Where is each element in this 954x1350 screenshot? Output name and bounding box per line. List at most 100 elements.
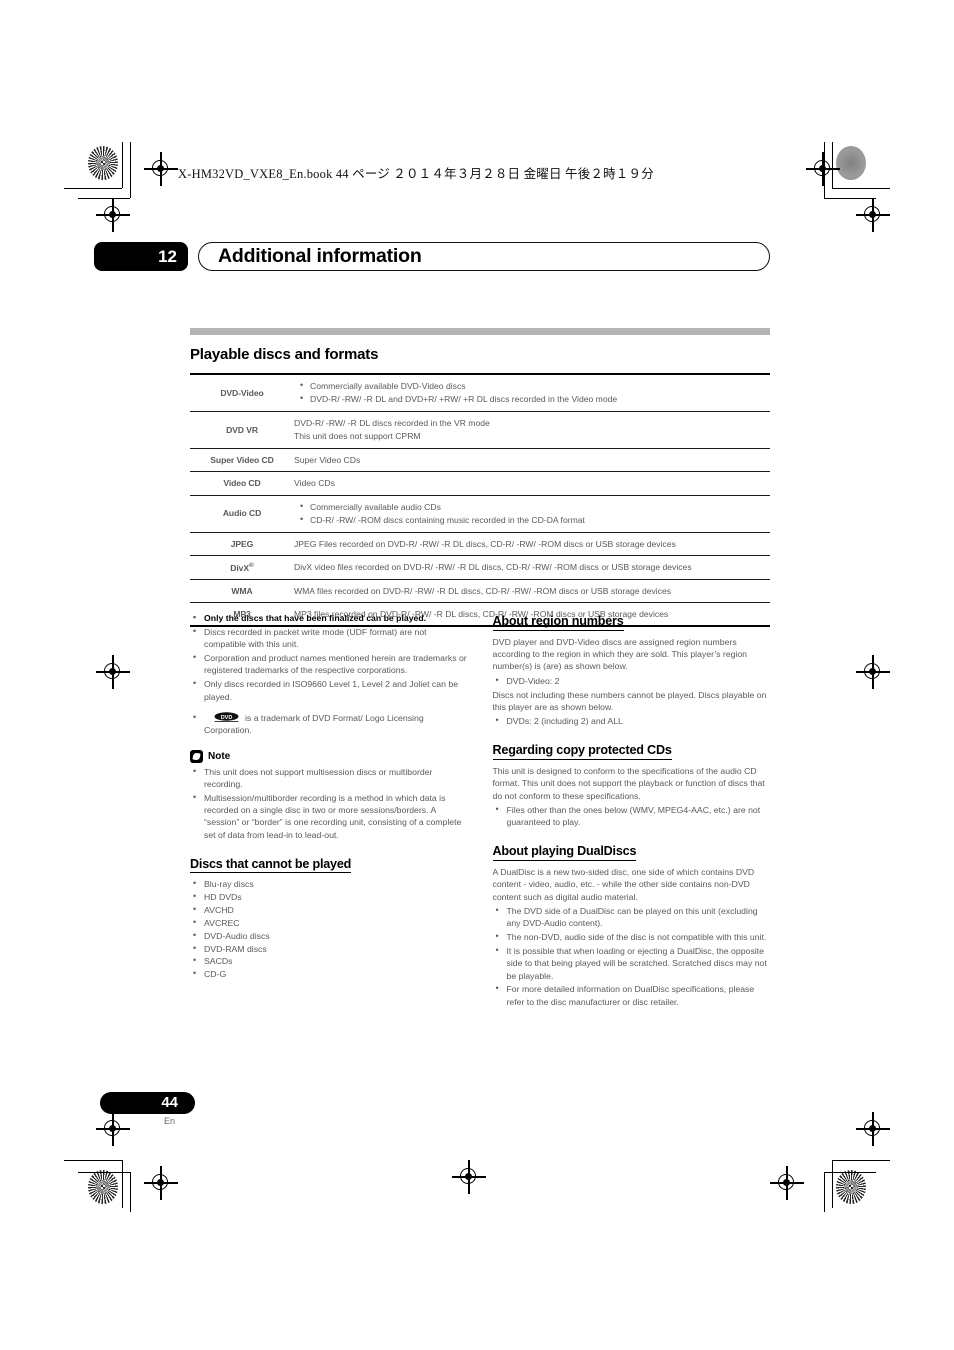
description-line: Super Video CDs — [294, 454, 361, 465]
description-line: WMA files recorded on DVD-R/ -RW/ -R DL … — [294, 585, 672, 596]
crop-line — [64, 188, 122, 189]
crop-line — [824, 198, 876, 199]
list-item: Blu-ray discs — [190, 877, 468, 890]
table-cell-description: JPEG Files recorded on DVD-R/ -RW/ -R DL… — [294, 531, 770, 556]
list-item: Only the discs that have been finalized … — [190, 611, 468, 624]
table-cell-description: Commercially available DVD-Video discsDV… — [294, 372, 770, 412]
crop-line — [832, 142, 833, 188]
halftone-circle-bottom-right — [836, 1170, 866, 1204]
list-item: CD-G — [190, 967, 468, 980]
dvd-trademark-bullet: DVD is a trademark of DVD Format/ Logo L… — [190, 711, 468, 737]
list-item: DVDs: 2 (including 2) and ALL — [493, 714, 771, 727]
crop-line — [824, 1172, 825, 1212]
heading-about-region-numbers: About region numbers — [492, 614, 624, 631]
heading-regarding-copy-protected-cds: Regarding copy protected CDs — [492, 743, 672, 760]
description-line: Video CDs — [294, 478, 335, 489]
registration-mark-bottom-right-a — [856, 1112, 890, 1146]
list-item: HD DVDs — [190, 890, 468, 903]
registration-mark-bottom-right-b — [770, 1166, 804, 1200]
crop-line — [824, 1172, 876, 1173]
table-cell-format: Audio CD — [190, 494, 294, 533]
table-row: Audio CDCommercially available audio CDs… — [190, 494, 770, 533]
table-cell-description: Video CDs — [294, 471, 770, 496]
two-column-body: Only the discs that have been finalized … — [190, 611, 771, 1010]
chapter-banner: 12 Additional information — [94, 242, 770, 271]
list-item: Commercially available DVD-Video discs — [300, 379, 770, 393]
general-notes-list: Only the discs that have been finalized … — [190, 611, 468, 703]
registration-mark-bottom-center — [452, 1160, 486, 1194]
crop-line — [122, 142, 123, 188]
table-row: WMA WMA files recorded on DVD-R/ -RW/ -R … — [190, 578, 770, 603]
description-line: DVD-R/ -RW/ -R DL discs recorded in the … — [294, 417, 490, 428]
registration-mark-top-right-b — [856, 198, 890, 232]
chapter-title: Additional information — [218, 245, 422, 267]
registered-mark: ® — [249, 561, 254, 569]
description-line: DivX video files recorded on DVD-R/ -RW/… — [294, 562, 692, 573]
table-cell-description: Super Video CDs — [294, 447, 770, 472]
region-numbers-bullets-1: DVD-Video: 2 — [493, 674, 771, 687]
registration-mark-top-right-a — [806, 152, 840, 186]
list-item: This unit does not support multisession … — [190, 765, 468, 791]
note-header: Note — [190, 749, 468, 763]
table-cell-description: WMA files recorded on DVD-R/ -RW/ -R DL … — [294, 578, 770, 603]
table-cell-description: Commercially available audio CDsCD-R/ -R… — [294, 494, 770, 533]
list-item: Commercially available audio CDs — [300, 500, 770, 514]
list-item: Only discs recorded in ISO9660 Level 1, … — [190, 677, 468, 703]
crop-line — [832, 1160, 890, 1161]
halftone-circle-top-left — [88, 146, 118, 180]
heading-about-playing-dualdiscs: About playing DualDiscs — [492, 844, 636, 861]
region-numbers-bullets-2: DVDs: 2 (including 2) and ALL — [493, 714, 771, 727]
table-row: DivX® DivX video files recorded on DVD-R/… — [190, 555, 770, 580]
svg-text:DVD: DVD — [221, 715, 233, 721]
crop-line — [78, 1172, 130, 1173]
chapter-number-badge: 12 — [94, 242, 188, 271]
dualdiscs-paragraph: A DualDisc is a new two-sided disc, one … — [492, 866, 755, 902]
registration-mark-mid-left — [96, 655, 130, 689]
registration-mark-top-left-b — [96, 198, 130, 232]
list-item: CD-R/ -RW/ -ROM discs containing music r… — [300, 513, 770, 527]
copy-protected-bullets: Files other than the ones below (WMV, MP… — [493, 803, 771, 829]
left-column: Only the discs that have been finalized … — [190, 611, 468, 1010]
list-item: AVCHD — [190, 903, 468, 916]
right-column: About region numbers DVD player and DVD-… — [492, 612, 771, 1010]
page-number-badge: 44 — [100, 1092, 195, 1114]
main-content: Playable discs and formats DVD-VideoComm… — [190, 328, 770, 628]
crop-line — [130, 1172, 131, 1212]
list-item: DVD-Audio discs — [190, 929, 468, 942]
page-language-label: En — [163, 1116, 175, 1126]
crop-line — [832, 1160, 833, 1208]
table-cell-description: DVD-R/ -RW/ -R DL discs recorded in the … — [294, 410, 770, 449]
playable-discs-table: DVD-VideoCommercially available DVD-Vide… — [190, 372, 770, 628]
registration-mark-bottom-left-b — [144, 1166, 178, 1200]
list-item: Corporation and product names mentioned … — [190, 651, 468, 677]
table-cell-format: JPEG — [190, 531, 294, 556]
dvd-logo-icon: DVD — [214, 712, 239, 723]
list-item: DVD-Video: 2 — [493, 674, 771, 687]
table-row: DVD-VideoCommercially available DVD-Vide… — [190, 372, 770, 412]
section-divider-bar — [190, 328, 770, 335]
table-cell-format: DVD-Video — [190, 372, 294, 412]
registration-mark-mid-right — [856, 655, 890, 689]
description-line: JPEG Files recorded on DVD-R/ -RW/ -R DL… — [294, 538, 676, 549]
registration-mark-top-left-a — [144, 152, 178, 186]
region-numbers-paragraph-2: Discs not including these numbers cannot… — [492, 689, 767, 712]
list-item: The non-DVD, audio side of the disc is n… — [493, 930, 771, 943]
table-cell-format: DVD VR — [190, 410, 294, 449]
list-item: DVD-R/ -RW/ -R DL and DVD+R/ +RW/ +R DL … — [300, 392, 770, 406]
heading-discs-cannot-be-played: Discs that cannot be played — [190, 857, 351, 874]
list-item: It is possible that when loading or ejec… — [493, 944, 771, 982]
note-bullets-list: This unit does not support multisession … — [190, 765, 468, 842]
crop-line — [824, 142, 825, 198]
crop-line — [832, 188, 890, 189]
table-cell-format: WMA — [190, 578, 294, 603]
list-item: SACDs — [190, 954, 468, 967]
table-cell-format: DivX® — [190, 555, 294, 580]
print-file-header: X-HM32VD_VXE8_En.book 44 ページ ２０１４年３月２８日 … — [178, 167, 654, 181]
list-item: Multisession/multiborder recording is a … — [190, 791, 468, 841]
list-item: Discs recorded in packet write mode (UDF… — [190, 625, 468, 651]
table-row: Super Video CD Super Video CDs — [190, 447, 770, 472]
table-cell-format: Video CD — [190, 471, 294, 496]
halftone-circle-bottom-left — [88, 1170, 118, 1204]
list-item: DVD-RAM discs — [190, 942, 468, 955]
cannot-play-list: Blu-ray discsHD DVDsAVCHDAVCRECDVD-Audio… — [190, 877, 468, 980]
